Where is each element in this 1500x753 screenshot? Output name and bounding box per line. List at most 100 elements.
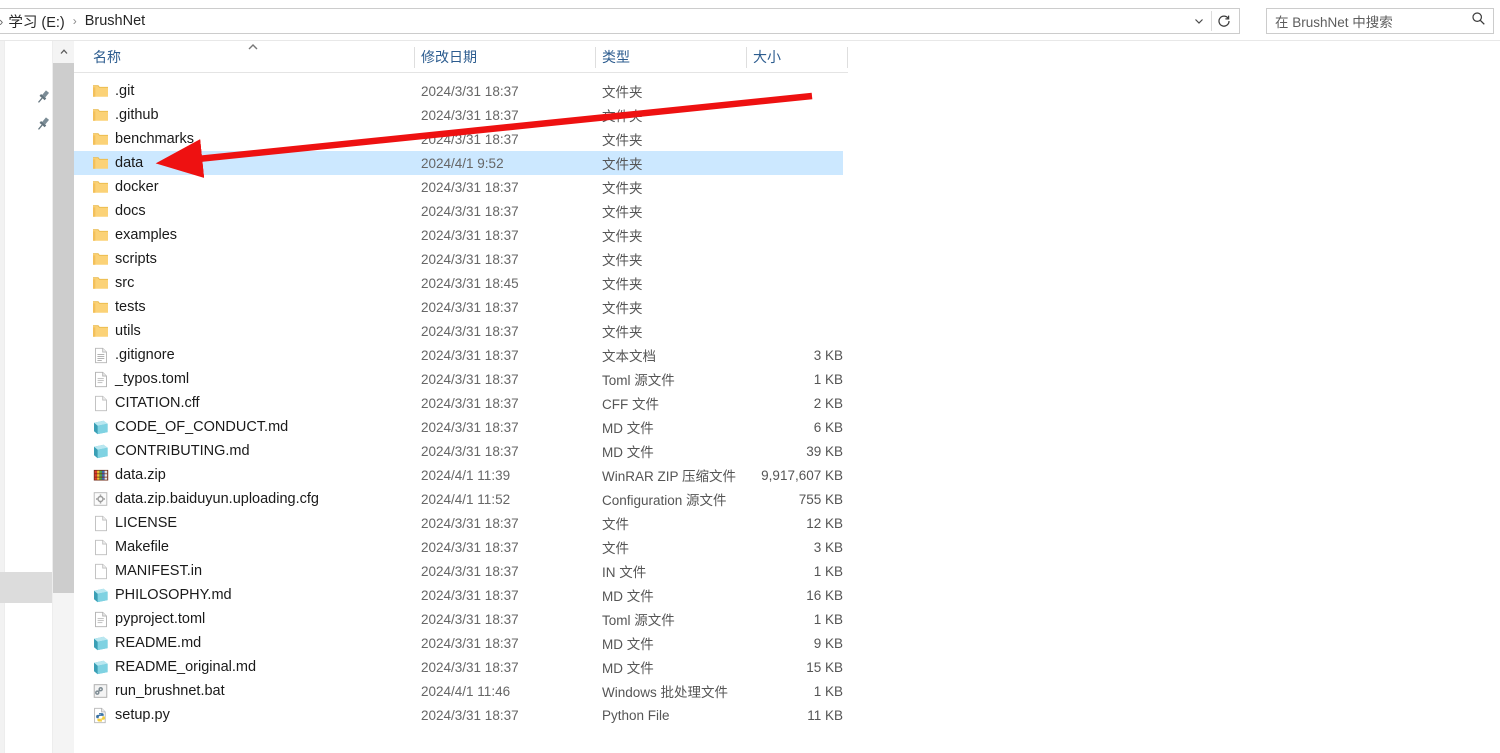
file-type: MD 文件 — [602, 637, 654, 652]
refresh-icon[interactable] — [1212, 9, 1236, 33]
file-type: 文件夹 — [602, 229, 643, 244]
file-name: CODE_OF_CONDUCT.md — [115, 419, 289, 435]
file-name: .github — [115, 107, 159, 123]
column-divider[interactable] — [414, 47, 415, 68]
breadcrumb-item-drive[interactable]: 学习 (E:) — [5, 11, 67, 32]
python-file-icon — [92, 707, 109, 724]
file-row[interactable]: benchmarks 2024/3/31 18:37 文件夹 — [74, 127, 843, 151]
file-row[interactable]: utils 2024/3/31 18:37 文件夹 — [74, 319, 843, 343]
file-row[interactable]: PHILOSOPHY.md 2024/3/31 18:37 MD 文件 16 KB — [74, 583, 843, 607]
file-date-modified: 2024/3/31 18:37 — [421, 539, 519, 555]
file-row[interactable]: .github 2024/3/31 18:37 文件夹 — [74, 103, 843, 127]
file-name: README_original.md — [115, 659, 257, 675]
address-bar: › 学习 (E:) › BrushNet 在 BrushNet 中搜索 — [0, 0, 1500, 41]
vertical-scrollbar[interactable] — [52, 41, 74, 753]
file-row[interactable]: src 2024/3/31 18:45 文件夹 — [74, 271, 843, 295]
file-size: 16 KB — [806, 587, 843, 603]
folder-icon — [92, 251, 109, 268]
file-explorer-window: › 学习 (E:) › BrushNet 在 BrushNet 中搜索 — [0, 0, 1500, 753]
file-date-modified: 2024/3/31 18:37 — [421, 179, 519, 195]
file-date-modified: 2024/3/31 18:37 — [421, 419, 519, 435]
file-name: data.zip.baiduyun.uploading.cfg — [115, 491, 319, 507]
search-placeholder: 在 BrushNet 中搜索 — [1275, 15, 1393, 30]
file-date-modified: 2024/4/1 11:52 — [421, 491, 511, 507]
file-row[interactable]: Makefile 2024/3/31 18:37 文件 3 KB — [74, 535, 843, 559]
column-divider[interactable] — [746, 47, 747, 68]
column-header-date-modified[interactable]: 修改日期 — [421, 41, 477, 73]
column-header-type[interactable]: 类型 — [602, 41, 630, 73]
file-row[interactable]: docs 2024/3/31 18:37 文件夹 — [74, 199, 843, 223]
markdown-file-icon — [92, 443, 109, 460]
file-type: 文件夹 — [602, 277, 643, 292]
file-size: 15 KB — [806, 659, 843, 675]
markdown-file-icon — [92, 587, 109, 604]
text-file-icon — [92, 347, 109, 364]
folder-icon — [92, 83, 109, 100]
file-name: CITATION.cff — [115, 395, 200, 411]
folder-icon — [92, 155, 109, 172]
file-row[interactable]: _typos.toml 2024/3/31 18:37 Toml 源文件 1 KB — [74, 367, 843, 391]
folder-icon — [92, 203, 109, 220]
file-row[interactable]: README_original.md 2024/3/31 18:37 MD 文件 15… — [74, 655, 843, 679]
sort-ascending-icon — [247, 43, 259, 54]
file-row[interactable]: data 2024/4/1 9:52 文件夹 — [74, 151, 843, 175]
file-type: Toml 源文件 — [602, 613, 675, 628]
file-date-modified: 2024/3/31 18:37 — [421, 107, 519, 123]
file-row[interactable]: examples 2024/3/31 18:37 文件夹 — [74, 223, 843, 247]
markdown-file-icon — [92, 635, 109, 652]
pin-icon[interactable] — [34, 88, 52, 106]
file-name: .gitignore — [115, 347, 175, 363]
file-row[interactable]: data.zip 2024/4/1 11:39 WinRAR ZIP 压缩文件 9,9… — [74, 463, 843, 487]
file-name: MANIFEST.in — [115, 563, 203, 579]
breadcrumb-item-folder[interactable]: BrushNet — [82, 13, 148, 29]
address-path-box[interactable]: › 学习 (E:) › BrushNet — [0, 8, 1240, 34]
file-row[interactable]: docker 2024/3/31 18:37 文件夹 — [74, 175, 843, 199]
file-name: LICENSE — [115, 515, 178, 531]
file-row[interactable]: .gitignore 2024/3/31 18:37 文本文档 3 KB — [74, 343, 843, 367]
file-row[interactable]: MANIFEST.in 2024/3/31 18:37 IN 文件 1 KB — [74, 559, 843, 583]
file-row[interactable]: setup.py 2024/3/31 18:37 Python File 11 KB — [74, 703, 843, 727]
file-row[interactable]: run_brushnet.bat 2024/4/1 11:46 Windows 批处… — [74, 679, 843, 703]
file-name: examples — [115, 227, 178, 243]
nav-pane-highlight-band — [0, 572, 52, 603]
file-date-modified: 2024/3/31 18:37 — [421, 563, 519, 579]
file-size: 6 KB — [813, 419, 843, 435]
column-divider[interactable] — [595, 47, 596, 68]
scrollbar-thumb[interactable] — [53, 63, 74, 593]
file-row[interactable]: README.md 2024/3/31 18:37 MD 文件 9 KB — [74, 631, 843, 655]
winrar-zip-icon — [92, 467, 109, 484]
file-name: Makefile — [115, 539, 169, 555]
chevron-down-icon[interactable] — [1187, 9, 1211, 33]
search-icon[interactable] — [1471, 11, 1486, 31]
file-row[interactable]: tests 2024/3/31 18:37 文件夹 — [74, 295, 843, 319]
chevron-up-icon[interactable] — [53, 41, 74, 63]
search-input[interactable]: 在 BrushNet 中搜索 — [1266, 8, 1494, 34]
file-size: 1 KB — [813, 371, 843, 387]
folder-icon — [92, 299, 109, 316]
file-date-modified: 2024/4/1 9:52 — [421, 155, 504, 171]
file-row[interactable]: pyproject.toml 2024/3/31 18:37 Toml 源文件 1 K… — [74, 607, 843, 631]
pin-icon[interactable] — [34, 115, 52, 133]
file-type: 文件夹 — [602, 133, 643, 148]
file-type: MD 文件 — [602, 661, 654, 676]
file-date-modified: 2024/3/31 18:37 — [421, 587, 519, 603]
file-row[interactable]: CITATION.cff 2024/3/31 18:37 CFF 文件 2 KB — [74, 391, 843, 415]
file-type: 文件夹 — [602, 157, 643, 172]
file-date-modified: 2024/3/31 18:37 — [421, 611, 519, 627]
column-header-size[interactable]: 大小 — [753, 41, 781, 73]
file-size: 1 KB — [813, 563, 843, 579]
file-row[interactable]: CODE_OF_CONDUCT.md 2024/3/31 18:37 MD 文件 6 … — [74, 415, 843, 439]
blank-file-icon — [92, 515, 109, 532]
file-row[interactable]: data.zip.baiduyun.uploading.cfg 2024/4/1 … — [74, 487, 843, 511]
file-row[interactable]: .git 2024/3/31 18:37 文件夹 — [74, 79, 843, 103]
file-type: 文件夹 — [602, 301, 643, 316]
file-date-modified: 2024/4/1 11:39 — [421, 467, 511, 483]
column-divider[interactable] — [847, 47, 848, 68]
file-row[interactable]: CONTRIBUTING.md 2024/3/31 18:37 MD 文件 39 KB — [74, 439, 843, 463]
file-size: 1 KB — [813, 683, 843, 699]
column-header-name[interactable]: 名称 — [93, 41, 121, 73]
file-type: CFF 文件 — [602, 397, 659, 412]
file-row[interactable]: LICENSE 2024/3/31 18:37 文件 12 KB — [74, 511, 843, 535]
markdown-file-icon — [92, 659, 109, 676]
file-row[interactable]: scripts 2024/3/31 18:37 文件夹 — [74, 247, 843, 271]
